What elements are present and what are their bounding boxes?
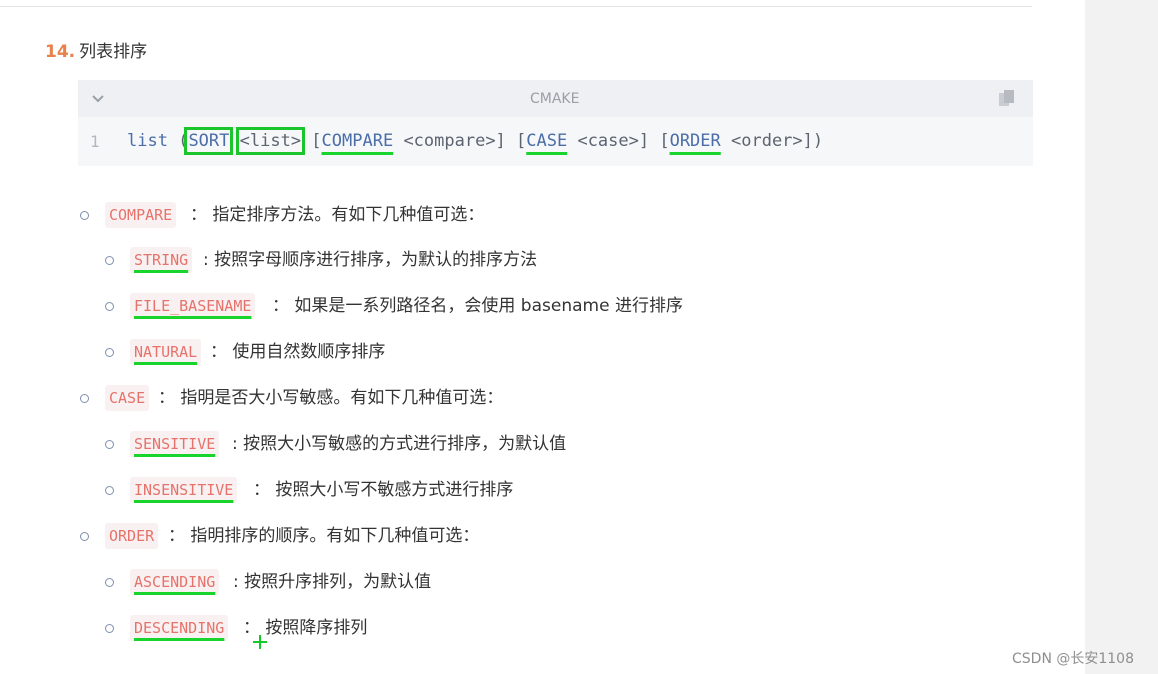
code-token: <compare>] [ xyxy=(393,131,527,151)
previous-section-border xyxy=(0,0,1032,7)
option-tag: STRING xyxy=(130,247,193,273)
code-line: list (SORT <list> [COMPARE <compare>] [C… xyxy=(127,127,824,155)
option-tag: SENSITIVE xyxy=(130,431,220,457)
option-description: ： 按照大小写不敏感方式进行排序 xyxy=(253,480,514,500)
option-tag: DESCENDING xyxy=(130,615,229,641)
option-tag: COMPARE xyxy=(105,202,177,228)
code-line-number: 1 xyxy=(90,132,100,151)
option-tag: ASCENDING xyxy=(130,569,220,595)
code-language-label: CMAKE xyxy=(530,91,580,107)
option-description: ： 指定排序方法。有如下几种值可选： xyxy=(190,205,485,225)
bullet-icon xyxy=(105,486,114,495)
bullet-icon xyxy=(105,256,114,265)
watermark: CSDN @长安1108 xyxy=(1012,651,1134,667)
option-description: ： 使用自然数顺序排序 xyxy=(210,342,386,362)
option-description: : 按照字母顺序进行排序，为默认的排序方法 xyxy=(203,250,538,270)
code-token-case: CASE xyxy=(526,131,568,151)
code-token: [ xyxy=(301,131,322,151)
section-number: 14. xyxy=(45,42,76,62)
code-block-header: CMAKE xyxy=(78,80,1033,117)
crosshair-cursor-icon xyxy=(253,635,267,649)
section-heading: 14. 列表排序 xyxy=(45,37,147,62)
option-tag: CASE xyxy=(105,385,150,411)
code-token-order: ORDER xyxy=(669,131,721,151)
article-page: 14. 列表排序 CMAKE 1 list (SORT <list> [COMPA… xyxy=(0,0,1085,674)
bullet-icon xyxy=(80,532,89,541)
page-margin xyxy=(1085,0,1158,674)
bullet-icon xyxy=(105,302,114,311)
code-block: CMAKE 1 list (SORT <list> [COMPARE <comp… xyxy=(78,80,1033,166)
copy-icon[interactable] xyxy=(997,89,1017,109)
bullet-icon xyxy=(105,348,114,357)
code-token-list-arg: <list> xyxy=(235,127,306,155)
code-token: <order>]) xyxy=(720,131,824,151)
option-description: ： 指明排序的顺序。有如下几种值可选： xyxy=(168,526,480,546)
bullet-icon xyxy=(105,624,114,633)
bullet-icon xyxy=(80,394,89,403)
option-tag: FILE_BASENAME xyxy=(130,293,256,319)
code-token-compare: COMPARE xyxy=(321,131,394,151)
option-tag: ORDER xyxy=(105,523,159,549)
option-description: : 按照升序排列，为默认值 xyxy=(233,572,432,592)
code-token-command: list xyxy=(127,131,168,151)
code-token: <case>] [ xyxy=(567,131,670,151)
option-description: : 按照大小写敏感的方式进行排序，为默认值 xyxy=(232,434,567,454)
option-description: ： 如果是一系列路径名，会使用 basename 进行排序 xyxy=(272,296,683,316)
code-token: ( xyxy=(167,131,189,151)
option-tag: INSENSITIVE xyxy=(130,477,238,503)
bullet-icon xyxy=(80,211,89,220)
bullet-icon xyxy=(105,440,114,449)
code-token-sort: SORT xyxy=(184,127,234,155)
option-tag: NATURAL xyxy=(130,339,202,365)
chevron-down-icon[interactable] xyxy=(90,90,106,106)
option-description: ： 指明是否大小写敏感。有如下几种值可选： xyxy=(158,388,504,408)
bullet-icon xyxy=(105,578,114,587)
section-title: 列表排序 xyxy=(79,42,148,62)
